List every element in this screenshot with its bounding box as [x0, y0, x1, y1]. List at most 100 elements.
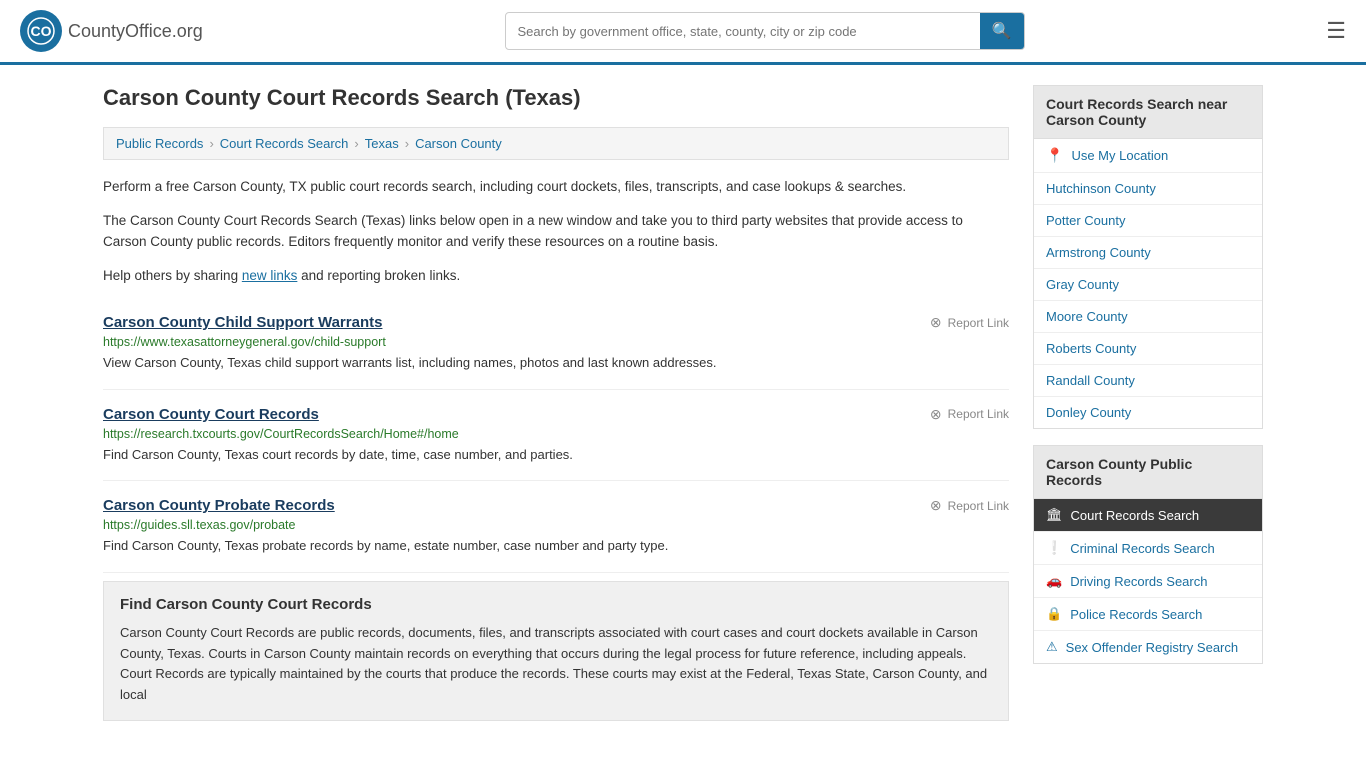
breadcrumb-sep-1: ›: [209, 136, 213, 151]
county-link-1[interactable]: Potter County: [1034, 205, 1262, 236]
county-link-3[interactable]: Gray County: [1034, 269, 1262, 300]
use-my-location-item: 📍 Use My Location: [1034, 139, 1262, 173]
resource-url-0: https://www.texasattorneygeneral.gov/chi…: [103, 335, 1009, 349]
global-search-bar: 🔍: [505, 12, 1025, 50]
county-name-5: Roberts County: [1046, 341, 1136, 356]
county-link-6[interactable]: Randall County: [1034, 365, 1262, 396]
breadcrumb-sep-2: ›: [354, 136, 358, 151]
intro-paragraph-1: Perform a free Carson County, TX public …: [103, 176, 1009, 198]
nearby-section: Court Records Search near Carson County …: [1033, 85, 1263, 429]
nearby-counties-list: 📍 Use My Location Hutchinson County Pott…: [1033, 138, 1263, 429]
county-item-1: Potter County: [1034, 205, 1262, 237]
county-name-7: Donley County: [1046, 405, 1131, 420]
breadcrumb: Public Records › Court Records Search › …: [103, 127, 1009, 160]
use-my-location-label: Use My Location: [1071, 148, 1168, 163]
resource-header-0: Carson County Child Support Warrants ⊗ R…: [103, 314, 1009, 331]
breadcrumb-carson-county[interactable]: Carson County: [415, 136, 502, 151]
public-records-link-1[interactable]: ❕ Criminal Records Search: [1034, 532, 1262, 564]
resource-title-0[interactable]: Carson County Child Support Warrants: [103, 314, 382, 331]
report-link-1[interactable]: ⊗ Report Link: [930, 406, 1009, 423]
report-link-2[interactable]: ⊗ Report Link: [930, 497, 1009, 514]
county-name-3: Gray County: [1046, 277, 1119, 292]
location-pin-icon: 📍: [1046, 147, 1063, 164]
county-item-7: Donley County: [1034, 397, 1262, 428]
resource-url-2: https://guides.sll.texas.gov/probate: [103, 518, 1009, 532]
county-link-5[interactable]: Roberts County: [1034, 333, 1262, 364]
main-content: Carson County Court Records Search (Texa…: [103, 85, 1009, 721]
report-link-0[interactable]: ⊗ Report Link: [930, 314, 1009, 331]
public-records-section-title: Carson County Public Records: [1033, 445, 1263, 498]
public-records-link-3[interactable]: 🔒 Police Records Search: [1034, 598, 1262, 630]
header-right: ☰: [1326, 18, 1346, 44]
county-name-2: Armstrong County: [1046, 245, 1151, 260]
county-link-7[interactable]: Donley County: [1034, 397, 1262, 428]
intro-p3-prefix: Help others by sharing: [103, 268, 242, 283]
public-records-label-2: Driving Records Search: [1070, 574, 1207, 589]
find-section-text: Carson County Court Records are public r…: [120, 623, 992, 706]
use-my-location-link[interactable]: 📍 Use My Location: [1034, 139, 1262, 172]
county-link-2[interactable]: Armstrong County: [1034, 237, 1262, 268]
resource-header-1: Carson County Court Records ⊗ Report Lin…: [103, 406, 1009, 423]
public-records-label-4: Sex Offender Registry Search: [1066, 640, 1238, 655]
county-item-0: Hutchinson County: [1034, 173, 1262, 205]
report-icon-1: ⊗: [930, 406, 942, 423]
public-records-link-4[interactable]: ⚠ Sex Offender Registry Search: [1034, 631, 1262, 663]
report-icon-2: ⊗: [930, 497, 942, 514]
public-records-section: Carson County Public Records 🏛 Court Rec…: [1033, 445, 1263, 664]
intro-p3-suffix: and reporting broken links.: [297, 268, 460, 283]
county-link-4[interactable]: Moore County: [1034, 301, 1262, 332]
resource-card-0: Carson County Child Support Warrants ⊗ R…: [103, 298, 1009, 390]
main-container: Carson County Court Records Search (Texa…: [83, 65, 1283, 741]
sidebar-icon-1: ❕: [1046, 540, 1062, 556]
report-label-1: Report Link: [948, 407, 1009, 421]
public-records-list: 🏛 Court Records Search ❕ Criminal Record…: [1033, 498, 1263, 664]
county-name-4: Moore County: [1046, 309, 1128, 324]
find-section-title: Find Carson County Court Records: [120, 596, 992, 613]
find-section: Find Carson County Court Records Carson …: [103, 581, 1009, 721]
county-name-0: Hutchinson County: [1046, 181, 1156, 196]
public-records-label-1: Criminal Records Search: [1070, 541, 1215, 556]
public-records-link-2[interactable]: 🚗 Driving Records Search: [1034, 565, 1262, 597]
sidebar: Court Records Search near Carson County …: [1033, 85, 1263, 721]
sidebar-icon-2: 🚗: [1046, 573, 1062, 589]
page-title: Carson County Court Records Search (Texa…: [103, 85, 1009, 111]
resource-title-2[interactable]: Carson County Probate Records: [103, 497, 335, 514]
resource-desc-2: Find Carson County, Texas probate record…: [103, 536, 1009, 556]
breadcrumb-sep-3: ›: [405, 136, 409, 151]
resource-card-2: Carson County Probate Records ⊗ Report L…: [103, 481, 1009, 573]
county-item-4: Moore County: [1034, 301, 1262, 333]
report-label-2: Report Link: [948, 499, 1009, 513]
public-records-label-3: Police Records Search: [1070, 607, 1202, 622]
public-records-item-0: 🏛 Court Records Search: [1034, 499, 1262, 532]
nearby-section-title: Court Records Search near Carson County: [1033, 85, 1263, 138]
menu-button[interactable]: ☰: [1326, 18, 1346, 44]
search-button[interactable]: 🔍: [980, 13, 1024, 49]
intro-paragraph-3: Help others by sharing new links and rep…: [103, 265, 1009, 287]
logo-wordmark: CountyOffice.org: [68, 21, 203, 42]
public-records-link-0[interactable]: 🏛 Court Records Search: [1034, 499, 1262, 531]
breadcrumb-texas[interactable]: Texas: [365, 136, 399, 151]
county-link-0[interactable]: Hutchinson County: [1034, 173, 1262, 204]
report-icon-0: ⊗: [930, 314, 942, 331]
county-item-6: Randall County: [1034, 365, 1262, 397]
public-records-item-3: 🔒 Police Records Search: [1034, 598, 1262, 631]
resource-title-1[interactable]: Carson County Court Records: [103, 406, 319, 423]
logo[interactable]: CO CountyOffice.org: [20, 10, 203, 52]
new-links-link[interactable]: new links: [242, 268, 298, 283]
resource-header-2: Carson County Probate Records ⊗ Report L…: [103, 497, 1009, 514]
county-name-1: Potter County: [1046, 213, 1126, 228]
public-records-item-1: ❕ Criminal Records Search: [1034, 532, 1262, 565]
public-records-label-0: Court Records Search: [1071, 508, 1200, 523]
sidebar-icon-4: ⚠: [1046, 639, 1058, 655]
breadcrumb-court-records-search[interactable]: Court Records Search: [220, 136, 349, 151]
logo-icon: CO: [20, 10, 62, 52]
intro-paragraph-2: The Carson County Court Records Search (…: [103, 210, 1009, 253]
public-records-item-2: 🚗 Driving Records Search: [1034, 565, 1262, 598]
public-records-item-4: ⚠ Sex Offender Registry Search: [1034, 631, 1262, 663]
search-input[interactable]: [506, 16, 980, 47]
county-item-3: Gray County: [1034, 269, 1262, 301]
breadcrumb-public-records[interactable]: Public Records: [116, 136, 203, 151]
resource-desc-1: Find Carson County, Texas court records …: [103, 445, 1009, 465]
sidebar-icon-0: 🏛: [1046, 507, 1063, 523]
resource-card-1: Carson County Court Records ⊗ Report Lin…: [103, 390, 1009, 482]
